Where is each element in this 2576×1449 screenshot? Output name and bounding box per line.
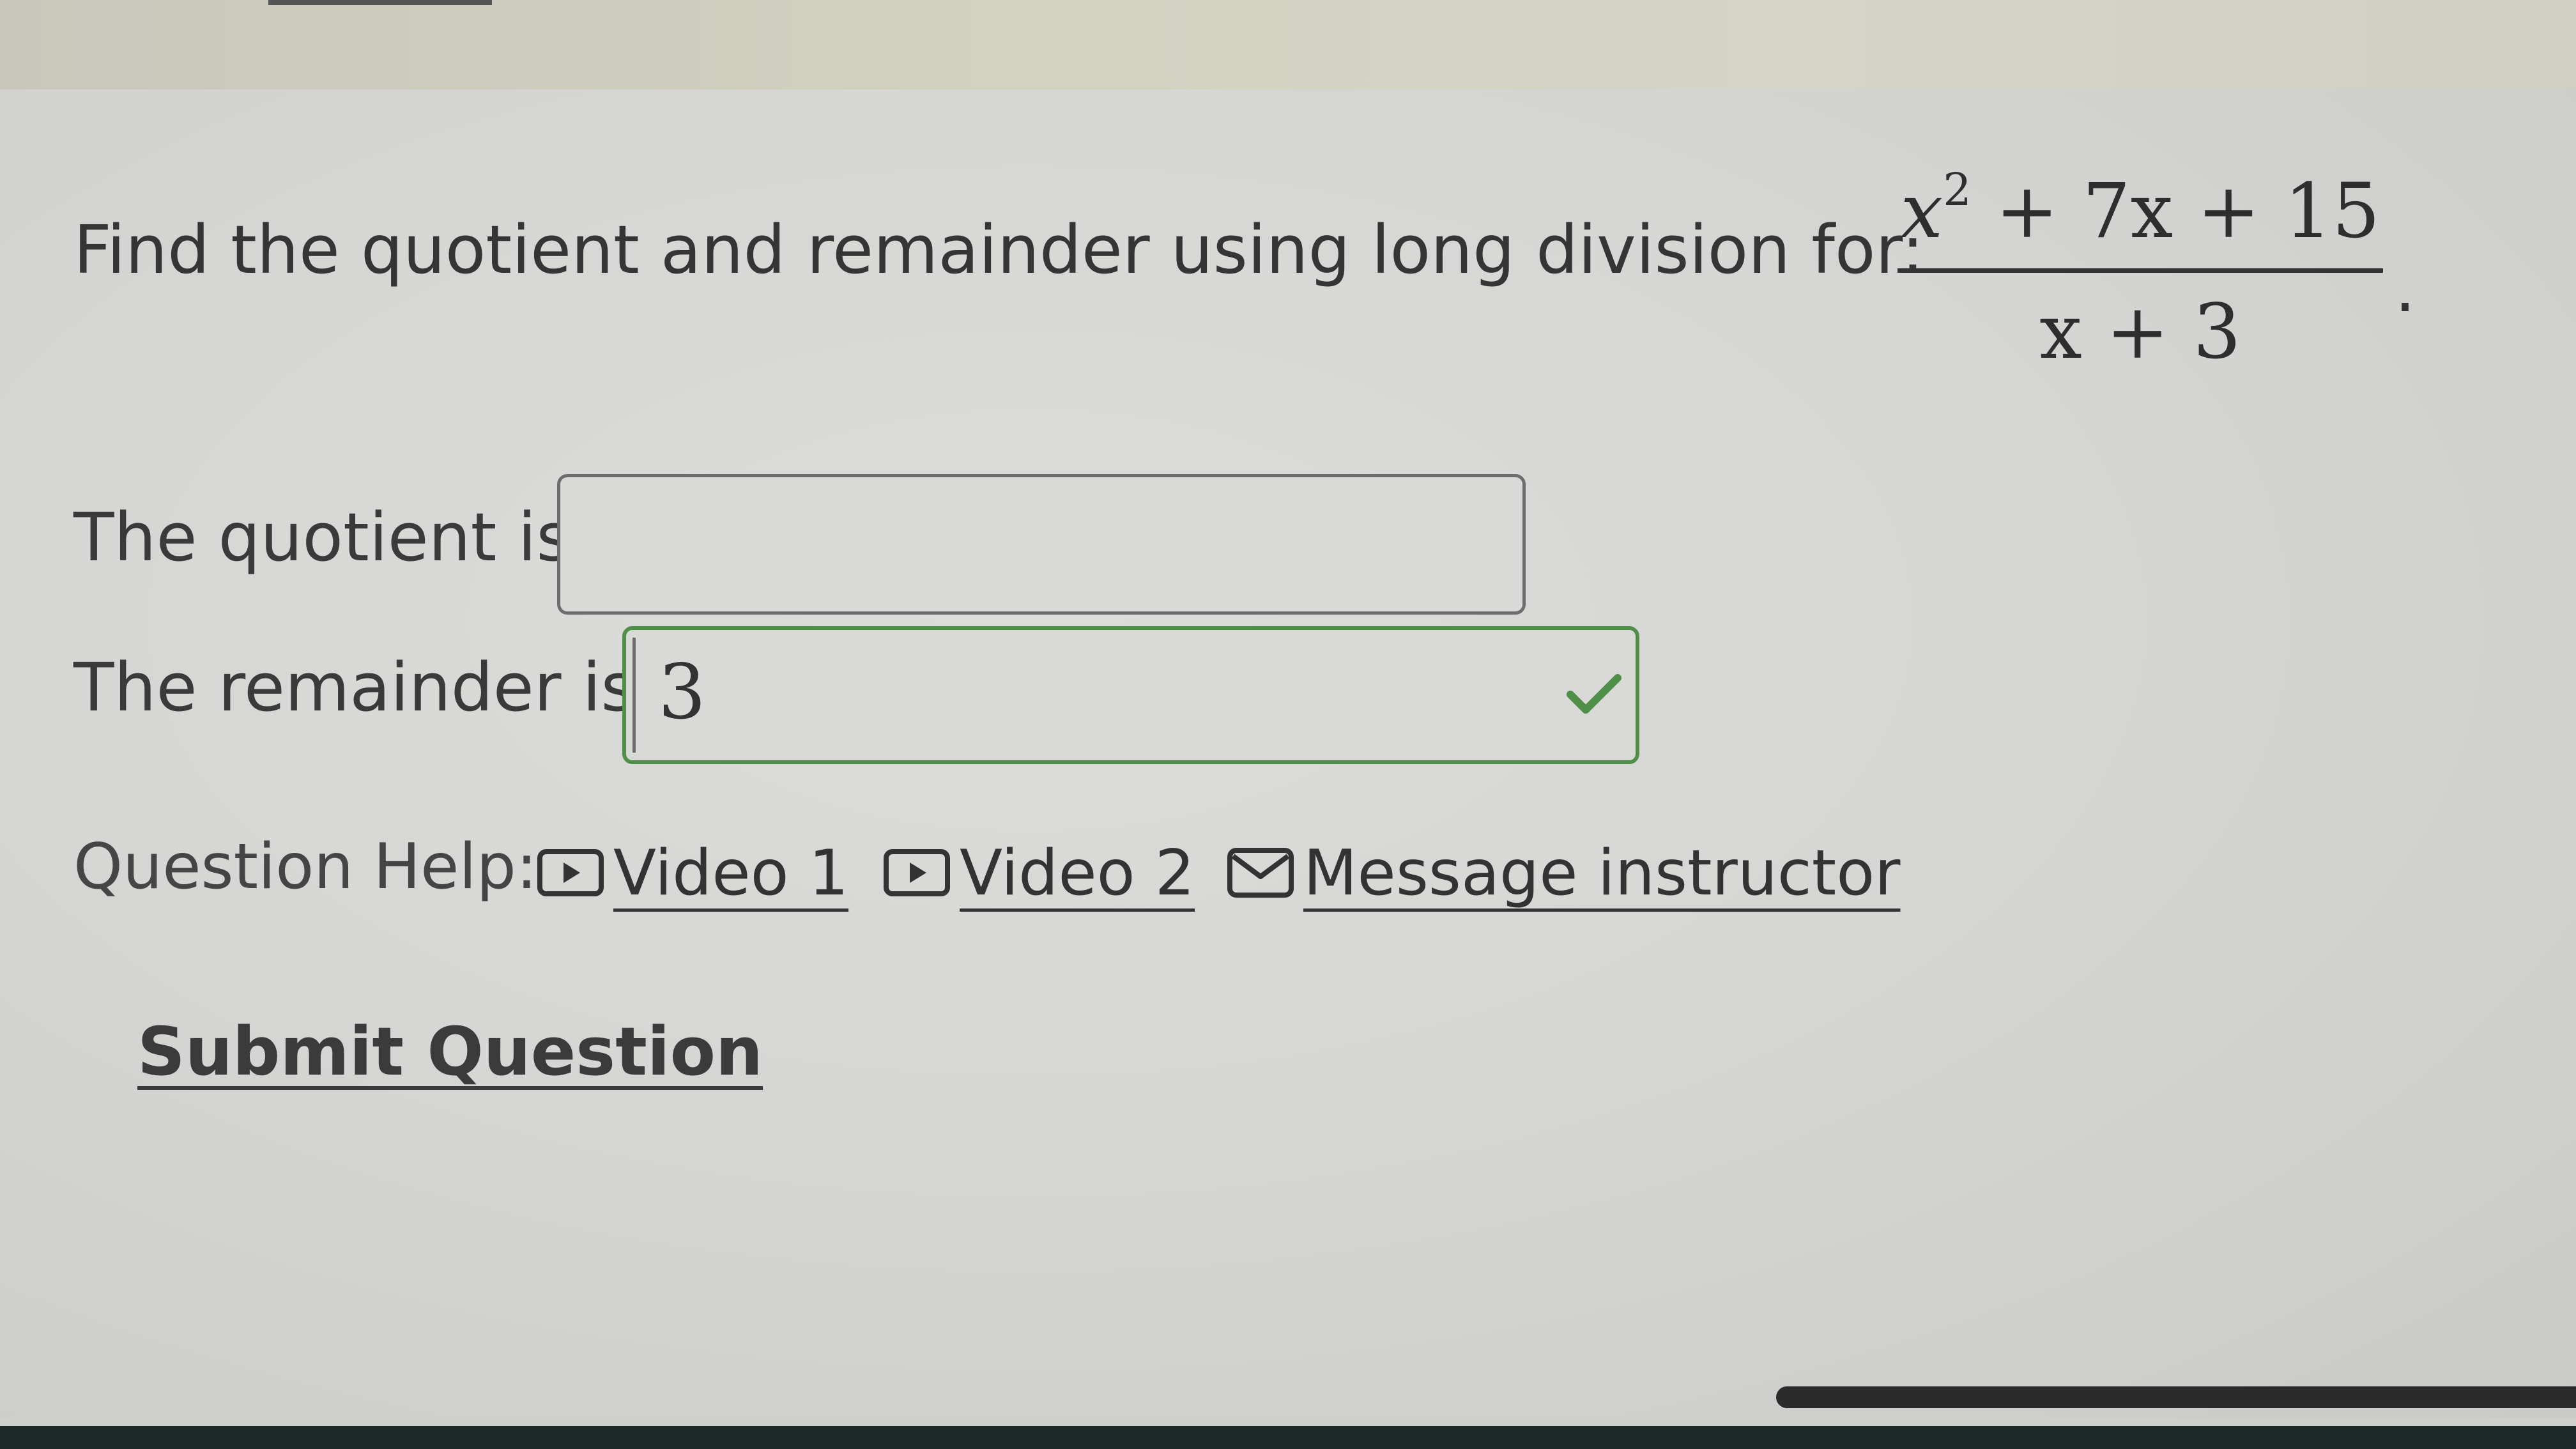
numerator-exponent: 2: [1943, 164, 1972, 216]
video-1-label: Video 1: [613, 837, 849, 910]
question-period: .: [2395, 249, 2416, 327]
fraction-bar: [1897, 268, 2383, 273]
question-text: Find the quotient and remainder using lo…: [73, 211, 1924, 289]
submit-question-button[interactable]: Submit Question: [137, 1013, 763, 1091]
checkmark-icon: [1567, 674, 1621, 714]
bottom-edge: [0, 1426, 2576, 1449]
play-icon: [537, 849, 604, 897]
fraction-numerator: x2 + 7x + 15: [1897, 160, 2383, 262]
numerator-rest: + 7x + 15: [1971, 167, 2380, 255]
question-help-label: Question Help:: [73, 831, 537, 903]
quotient-input[interactable]: [557, 474, 1526, 615]
video-1-link[interactable]: Video 1: [537, 837, 848, 910]
remainder-value: 3: [658, 648, 707, 736]
quotient-label: The quotient is: [73, 498, 571, 576]
numerator-var: x: [1900, 167, 1943, 255]
mail-icon: [1227, 848, 1294, 898]
top-strip: [0, 0, 2576, 102]
fraction-denominator: x + 3: [2039, 288, 2241, 376]
message-instructor-link[interactable]: Message instructor: [1227, 837, 1900, 910]
message-instructor-label: Message instructor: [1303, 837, 1901, 910]
bottom-edge-bar: [1776, 1386, 2576, 1408]
play-icon: [884, 849, 950, 897]
tab-indicator: [268, 0, 492, 5]
remainder-label: The remainder is: [73, 648, 636, 726]
math-fraction: x2 + 7x + 15 x + 3: [1897, 160, 2383, 383]
video-2-label: Video 2: [960, 837, 1195, 910]
video-2-link[interactable]: Video 2: [883, 837, 1195, 910]
remainder-input[interactable]: 3: [622, 626, 1639, 764]
input-separator: [632, 638, 636, 753]
